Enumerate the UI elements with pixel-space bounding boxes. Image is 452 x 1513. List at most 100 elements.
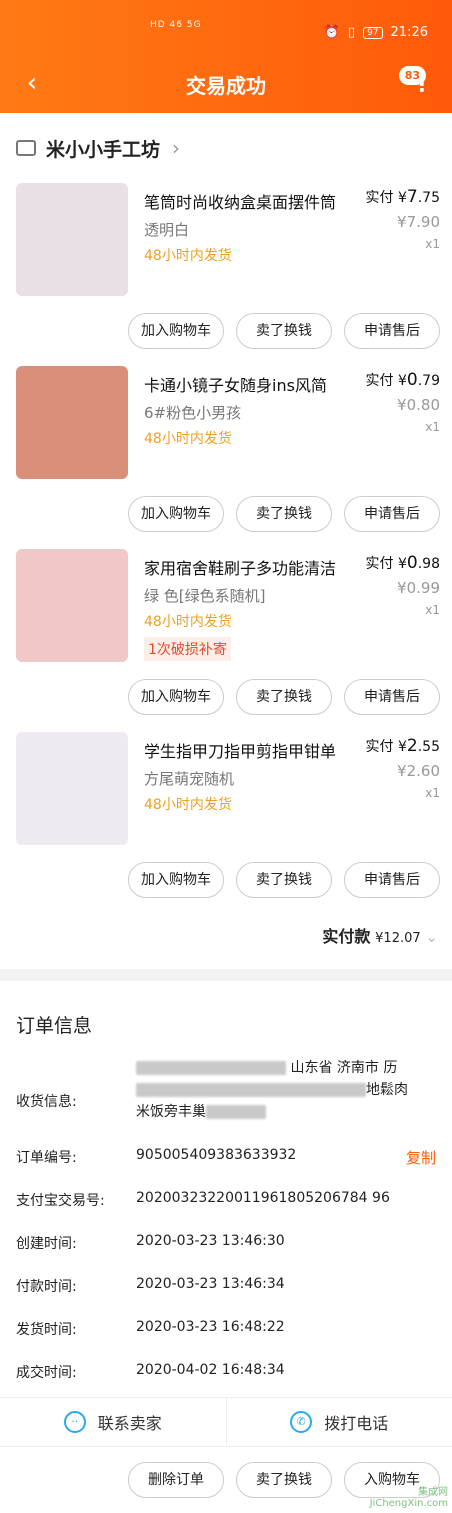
- product-image[interactable]: [16, 183, 128, 296]
- after-sale-button[interactable]: 申请售后: [344, 862, 440, 898]
- order-item: 家用宿舍鞋刷子多功能清洁 绿 色[绿色系随机] 48小时内发货 1次破损补寄 实…: [0, 549, 452, 732]
- orig-value: 0.80: [407, 396, 440, 414]
- paid-dec: .98: [418, 556, 440, 572]
- order-item: 笔筒时尚收纳盒桌面摆件筒 透明白 48小时内发货 实付 ¥7.75 ¥7.90 …: [0, 183, 452, 366]
- redacted-text: [136, 1061, 286, 1075]
- created-value: 2020-03-23 13:46:30: [136, 1233, 436, 1249]
- address-value: 山东省 济南市 历 地鬆肉 米饭旁丰巢: [136, 1057, 436, 1123]
- shop-card: 米小小手工坊 › 笔筒时尚收纳盒桌面摆件筒 透明白 48小时内发货 实付 ¥7.…: [0, 113, 452, 969]
- done-row: 成交时间: 2020-04-02 16:48:34: [16, 1362, 436, 1392]
- quantity: x1: [366, 603, 440, 617]
- paid-dec: .55: [418, 739, 440, 755]
- paid-int: 7: [407, 187, 418, 207]
- navbar: ‹ 交易成功 ⋮ 83: [0, 62, 452, 113]
- resell-button[interactable]: 卖了换钱: [236, 313, 332, 349]
- call-button[interactable]: ✆ 拨打电话: [226, 1398, 452, 1446]
- paid-time-value: 2020-03-23 13:46:34: [136, 1276, 436, 1292]
- alipay-value: 20200323220011961805206784 96: [136, 1190, 436, 1206]
- total-label: 实付款: [322, 927, 370, 946]
- price-block: 实付 ¥7.75 ¥7.90 x1: [366, 187, 440, 251]
- after-sale-button[interactable]: 申请售后: [344, 679, 440, 715]
- product-image[interactable]: [16, 549, 128, 662]
- item-shipping-note: 48小时内发货: [144, 611, 232, 631]
- more-menu-button[interactable]: ⋮ 83: [412, 72, 432, 96]
- address-row: 收货信息: 山东省 济南市 历 地鬆肉 米饭旁丰巢: [16, 1057, 436, 1147]
- total-paid-row[interactable]: 实付款 ¥12.07 ⌄: [0, 915, 452, 969]
- redacted-text: [206, 1105, 266, 1119]
- created-label: 创建时间:: [16, 1233, 77, 1253]
- orig-value: 0.99: [407, 579, 440, 597]
- delete-order-button[interactable]: 删除订单: [128, 1462, 224, 1498]
- redacted-text: [136, 1083, 366, 1097]
- paid-int: 0: [407, 553, 418, 573]
- call-label: 拨打电话: [324, 1410, 388, 1434]
- quantity: x1: [366, 420, 440, 434]
- item-shipping-note: 48小时内发货: [144, 428, 232, 448]
- clock: 21:26: [391, 25, 428, 40]
- quantity: x1: [366, 786, 440, 800]
- resell-button[interactable]: 卖了换钱: [236, 679, 332, 715]
- contact-actions: ·· 联系卖家 ✆ 拨打电话: [0, 1397, 452, 1447]
- chevron-down-icon: ⌄: [425, 928, 438, 946]
- phone-icon: ✆: [290, 1411, 312, 1433]
- paid-int: 2: [407, 736, 418, 756]
- item-spec: 绿 色[绿色系随机]: [144, 585, 265, 606]
- shop-header[interactable]: 米小小手工坊 ›: [0, 113, 452, 183]
- shipped-row: 发货时间: 2020-03-23 16:48:22: [16, 1319, 436, 1362]
- after-sale-button[interactable]: 申请售后: [344, 313, 440, 349]
- signal-indicators: HD 46 5G: [150, 20, 202, 30]
- paid-label: 实付: [366, 190, 394, 206]
- item-title[interactable]: 家用宿舍鞋刷子多功能清洁: [144, 555, 359, 579]
- item-buttons: 加入购物车 卖了换钱 申请售后: [128, 679, 440, 715]
- watermark: 集成网 JiChengXin.com: [370, 1483, 448, 1509]
- resell-button[interactable]: 卖了换钱: [236, 496, 332, 532]
- order-number-row: 订单编号: 905005409383633932 复制: [16, 1147, 436, 1190]
- order-item: 学生指甲刀指甲剪指甲钳单 方尾萌宠随机 48小时内发货 实付 ¥2.55 ¥2.…: [0, 732, 452, 915]
- add-to-cart-button[interactable]: 加入购物车: [128, 862, 224, 898]
- item-title[interactable]: 卡通小镜子女随身ins风简: [144, 372, 359, 396]
- paid-price: 实付 ¥7.75: [366, 187, 440, 207]
- alarm-icon: ⏰: [324, 25, 340, 40]
- item-buttons: 加入购物车 卖了换钱 申请售后: [128, 862, 440, 898]
- item-title[interactable]: 学生指甲刀指甲剪指甲钳单: [144, 738, 359, 762]
- address-line2: 地鬆肉: [366, 1082, 408, 1098]
- created-row: 创建时间: 2020-03-23 13:46:30: [16, 1233, 436, 1276]
- watermark-line2: JiChengXin.com: [370, 1498, 448, 1509]
- add-to-cart-button[interactable]: 加入购物车: [128, 679, 224, 715]
- item-spec: 方尾萌宠随机: [144, 768, 234, 789]
- paid-dec: .79: [418, 373, 440, 389]
- price-block: 实付 ¥2.55 ¥2.60 x1: [366, 736, 440, 800]
- price-block: 实付 ¥0.98 ¥0.99 x1: [366, 553, 440, 617]
- battery-icon: 97: [363, 27, 382, 39]
- total-amount: ¥12.07: [375, 931, 421, 946]
- status-bar: HD 46 5G ⏰ ▯ 97 21:26: [0, 0, 452, 62]
- vibrate-icon: ▯: [348, 25, 355, 40]
- order-item: 卡通小镜子女随身ins风简 6#粉色小男孩 48小时内发货 实付 ¥0.79 ¥…: [0, 366, 452, 549]
- item-buttons: 加入购物车 卖了换钱 申请售后: [128, 496, 440, 532]
- quantity: x1: [366, 237, 440, 251]
- shop-icon: [16, 140, 36, 156]
- item-title[interactable]: 笔筒时尚收纳盒桌面摆件筒: [144, 189, 359, 213]
- after-sale-button[interactable]: 申请售后: [344, 496, 440, 532]
- paid-label: 实付: [366, 556, 394, 572]
- paid-price: 实付 ¥2.55: [366, 736, 440, 756]
- original-price: ¥2.60: [366, 762, 440, 780]
- contact-seller-button[interactable]: ·· 联系卖家: [0, 1398, 226, 1446]
- add-to-cart-button[interactable]: 加入购物车: [128, 313, 224, 349]
- original-price: ¥7.90: [366, 213, 440, 231]
- original-price: ¥0.99: [366, 579, 440, 597]
- paid-price: 实付 ¥0.98: [366, 553, 440, 573]
- resell-button[interactable]: 卖了换钱: [236, 862, 332, 898]
- alipay-label: 支付宝交易号:: [16, 1190, 105, 1210]
- product-image[interactable]: [16, 366, 128, 479]
- resell-button[interactable]: 卖了换钱: [236, 1462, 332, 1498]
- product-image[interactable]: [16, 732, 128, 845]
- paid-label: 实付: [366, 373, 394, 389]
- shipped-value: 2020-03-23 16:48:22: [136, 1319, 436, 1335]
- add-to-cart-button[interactable]: 加入购物车: [128, 496, 224, 532]
- paid-label: 实付: [366, 739, 394, 755]
- copy-button[interactable]: 复制: [406, 1147, 436, 1168]
- order-number-label: 订单编号:: [16, 1147, 77, 1167]
- message-count-badge: 83: [399, 66, 426, 85]
- status-right: ⏰ ▯ 97 21:26: [324, 25, 428, 40]
